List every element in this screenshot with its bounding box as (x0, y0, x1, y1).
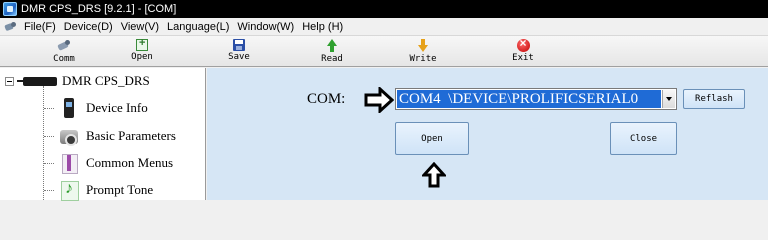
chevron-down-icon[interactable] (662, 90, 675, 108)
tree-item-device-info[interactable]: Device Info (44, 96, 148, 120)
open-file-button[interactable]: Open (112, 37, 172, 66)
tree-root[interactable]: DMR CPS_DRS (5, 73, 150, 89)
arrow-right-icon (364, 87, 394, 113)
comm-button[interactable]: Comm (34, 37, 94, 66)
open-icon (136, 37, 148, 51)
tree-connector (44, 162, 54, 164)
comm-label: Comm (53, 54, 75, 64)
system-menu-icon[interactable] (4, 21, 18, 33)
prompt-tone-icon (58, 179, 80, 201)
open-file-label: Open (131, 52, 153, 62)
save-button[interactable]: Save (209, 37, 269, 66)
write-icon (415, 39, 431, 53)
open-port-button[interactable]: Open (395, 122, 469, 155)
collapse-icon[interactable] (5, 76, 14, 86)
read-button[interactable]: Read (302, 37, 362, 66)
menu-help[interactable]: Help (H) (299, 21, 348, 33)
tree-item-label: Basic Parameters (86, 128, 176, 143)
save-icon (233, 39, 245, 51)
title-bar: DMR CPS_DRS [9.2.1] - [COM] (0, 0, 768, 18)
window-title: DMR CPS_DRS [9.2.1] - [COM] (21, 3, 177, 15)
menu-device[interactable]: Device(D) (61, 21, 118, 33)
exit-button[interactable]: Exit (493, 36, 553, 66)
tree-connector (44, 135, 54, 137)
navigation-tree: DMR CPS_DRS Device Info Basic Parameters… (0, 68, 206, 202)
exit-icon (516, 36, 530, 52)
basic-parameters-icon (58, 125, 80, 147)
menu-language[interactable]: Language(L) (164, 21, 234, 33)
tree-connector (44, 107, 54, 109)
menu-window[interactable]: Window(W) (234, 21, 299, 33)
save-label: Save (228, 52, 250, 62)
com-port-select[interactable]: COM4 \DEVICE\PROLIFICSERIAL0 (395, 88, 677, 110)
menu-view[interactable]: View(V) (118, 21, 164, 33)
com-port-selected-value[interactable]: COM4 \DEVICE\PROLIFICSERIAL0 (397, 90, 661, 108)
comm-icon (56, 39, 72, 53)
menu-file[interactable]: File(F) (21, 21, 61, 33)
tree-item-label: Prompt Tone (86, 182, 154, 197)
close-port-button[interactable]: Close (610, 122, 677, 155)
radio-device-icon (17, 75, 57, 87)
tree-item-basic-parameters[interactable]: Basic Parameters (44, 124, 176, 148)
tree-item-label: Device Info (86, 100, 148, 115)
tree-item-prompt-tone[interactable]: Prompt Tone (44, 178, 153, 202)
read-label: Read (321, 54, 343, 64)
read-icon (324, 39, 340, 53)
tree-connector (44, 189, 54, 191)
com-port-label: COM: (307, 91, 346, 107)
write-label: Write (409, 54, 437, 64)
app-icon (3, 2, 17, 16)
tree-root-label: DMR CPS_DRS (62, 73, 150, 88)
menu-bar: File(F) Device(D) View(V) Language(L) Wi… (0, 18, 768, 35)
common-menus-icon (58, 152, 80, 174)
toolbar: Comm Open Save Read Write Exit (0, 35, 768, 67)
reflash-button[interactable]: Reflash (683, 89, 745, 109)
tree-item-label: Common Menus (86, 155, 174, 170)
write-button[interactable]: Write (393, 37, 453, 66)
exit-label: Exit (512, 53, 534, 63)
device-info-icon (58, 97, 80, 119)
arrow-up-icon (422, 162, 446, 188)
tree-item-common-menus[interactable]: Common Menus (44, 151, 173, 175)
